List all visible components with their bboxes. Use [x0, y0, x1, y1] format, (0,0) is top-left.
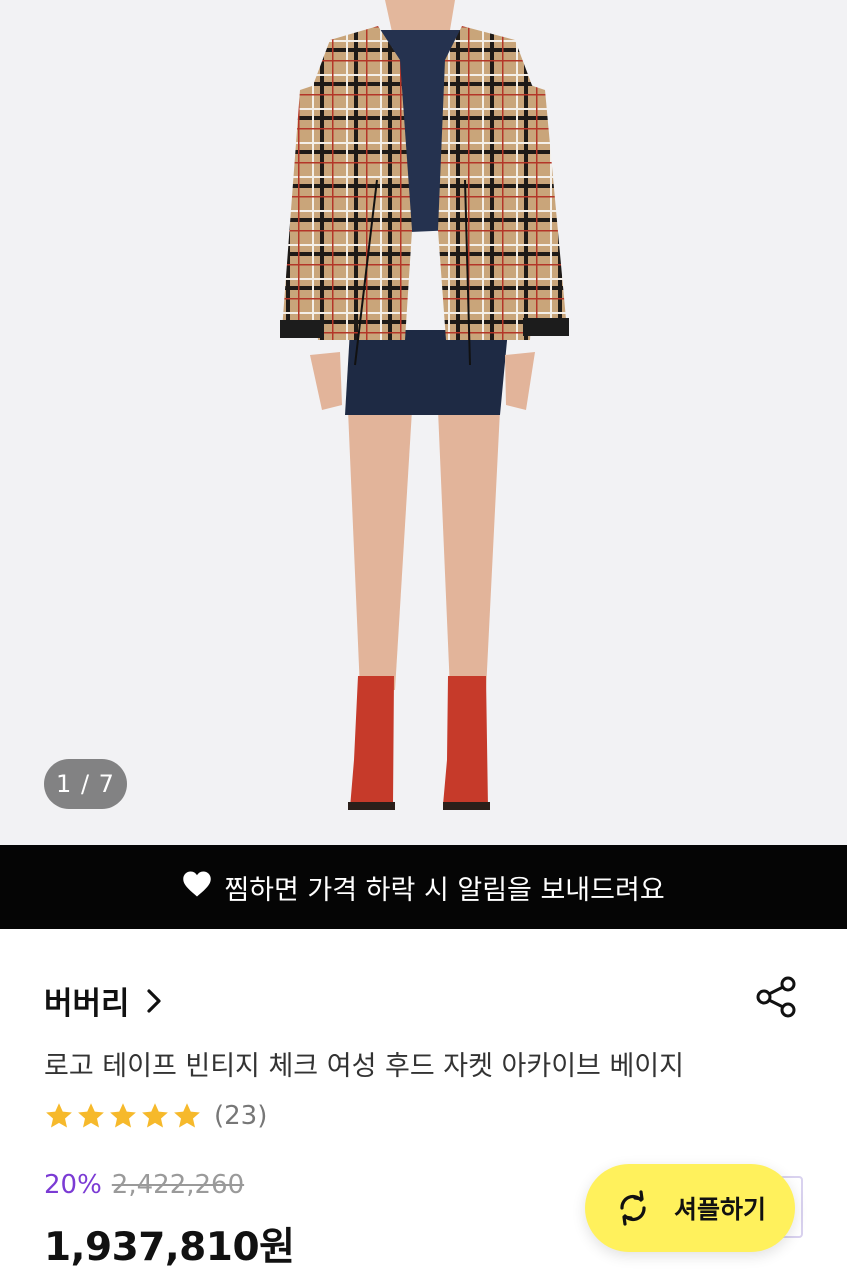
original-price: 2,422,260: [111, 1170, 245, 1200]
star-icon: [142, 1103, 168, 1128]
review-count: (23): [214, 1101, 268, 1131]
sale-price: 1,937,810원: [44, 1225, 295, 1270]
brand-name: 버버리: [44, 986, 130, 1022]
product-photo: [280, 0, 569, 810]
refresh-icon: [620, 1190, 646, 1226]
share-button[interactable]: [754, 974, 800, 1020]
image-counter-badge: 1 / 7: [44, 759, 127, 809]
discount-rate: 20%: [44, 1170, 102, 1200]
product-title: 로고 테이프 빈티지 체크 여성 후드 자켓 아카이브 베이지: [44, 1051, 684, 1082]
star-icon: [46, 1103, 72, 1128]
brand-link[interactable]: 버버리: [44, 978, 164, 1023]
star-icon: [78, 1103, 104, 1128]
chevron-right-icon: [144, 988, 164, 1014]
price-discount-row: 20% 2,422,260: [44, 1170, 244, 1200]
star-icon: [110, 1103, 136, 1128]
price-drop-alert-text: 찜하면 가격 하락 시 알림을 보내드려요: [224, 874, 665, 906]
share-icon: [756, 976, 796, 1018]
star-icon: [174, 1103, 200, 1128]
product-image-gallery[interactable]: 1 / 7: [0, 0, 847, 845]
product-rating[interactable]: (23): [44, 1101, 267, 1131]
shuffle-button-label: 셔플하기: [673, 1195, 766, 1224]
price-drop-alert-banner[interactable]: 찜하면 가격 하락 시 알림을 보내드려요: [0, 845, 847, 929]
heart-icon: [182, 870, 212, 905]
shuffle-button[interactable]: 셔플하기: [585, 1164, 795, 1252]
